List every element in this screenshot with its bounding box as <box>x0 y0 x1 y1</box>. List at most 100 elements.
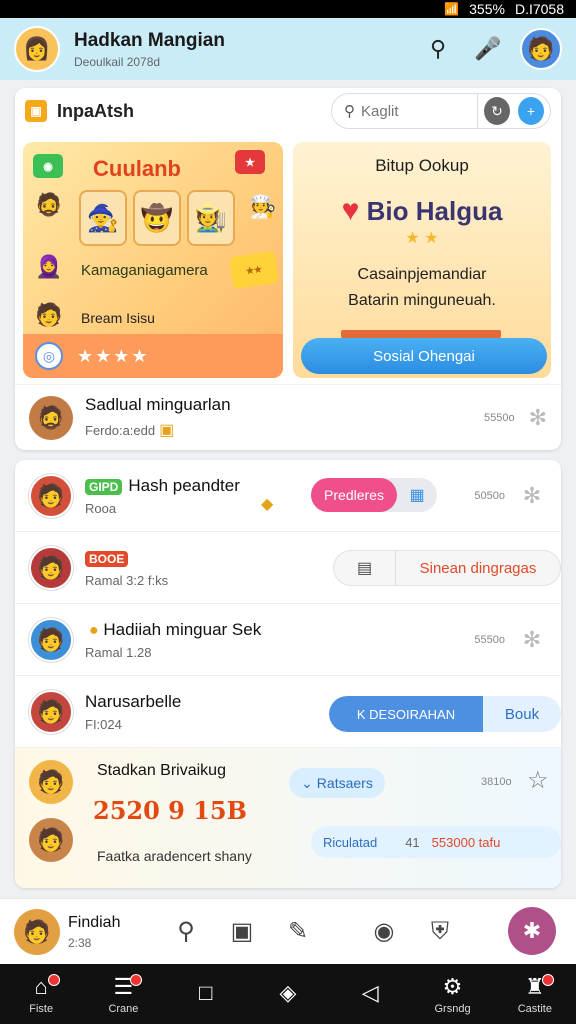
character-icon: 🧑 <box>35 302 63 327</box>
star-rating: ★★★★ <box>77 345 150 366</box>
user-avatar[interactable]: 🧑 <box>520 28 562 70</box>
description-button[interactable]: K DESOIRAHAN <box>329 696 483 732</box>
bottom-nav: ⌂ Fiste ☰ Crane □ ◈ ◁ ⚙ Grsndg ♜ Castite <box>0 964 576 1024</box>
character-icon[interactable]: 🧙 <box>79 190 127 246</box>
book-button[interactable]: Bouk <box>483 706 561 723</box>
gear-icon: ⚙ <box>442 973 463 999</box>
nav-list[interactable]: ☰ Crane <box>88 973 158 1015</box>
list-item[interactable]: 🧑 GIPD Hash peandter Rooa ◆ Predleres ▦ 5… <box>15 460 561 532</box>
avatar[interactable]: 🧑 <box>29 617 73 662</box>
chevron-down-icon: ⌄ <box>301 774 317 791</box>
refresh-icon[interactable]: ↻ <box>483 97 510 125</box>
nav-castle[interactable]: ♜ Castite <box>500 973 570 1015</box>
promo-title: Bitup Ookup <box>375 156 469 175</box>
promo-banner-left[interactable]: ◉ ★ Cuulanb 🧔 🧙 🤠 🧑‍🌾 🧑‍🍳 🧕 Kamaganiagam… <box>23 142 283 378</box>
square-icon: □ <box>199 979 213 1005</box>
star-icon: ★ ★ <box>405 230 439 247</box>
nav-diamond[interactable]: ◈ <box>253 980 323 1009</box>
status-bar: 📶 355% D.I7058 <box>0 0 576 18</box>
rate-chip[interactable]: ⌄ Ratsaers <box>289 768 385 798</box>
stats-pill[interactable]: Riculatad 41 553000 tafu <box>311 826 561 858</box>
character-icon: 🧕 <box>35 254 63 279</box>
item-time: 3810o <box>481 776 512 788</box>
loading-icon: ✻ <box>522 482 542 508</box>
notification-dot <box>541 973 554 986</box>
featured-card: ▣ InpaAtsh ⚲ ↻ + ◉ ★ Cuulanb 🧔 🧙 🤠 🧑‍🌾 🧑… <box>15 88 561 450</box>
dock-sub: 2:38 <box>68 935 92 950</box>
nav-back[interactable]: ◁ <box>335 980 405 1009</box>
nav-settings[interactable]: ⚙ Grsndg <box>418 974 488 1015</box>
app-logo-icon: ▣ <box>25 100 47 122</box>
heart-icon: ♥ <box>341 194 360 227</box>
header-subtitle: Deoulkail 2078d <box>74 54 161 69</box>
notification-dot <box>48 973 61 986</box>
search-input[interactable] <box>361 102 471 120</box>
nav-square[interactable]: □ <box>171 980 241 1009</box>
promo-title: Cuulanb <box>93 156 181 181</box>
badge-icon: ★ <box>235 150 265 174</box>
character-icon[interactable]: 🧑‍🌾 <box>187 190 235 246</box>
avatar[interactable]: 🧔 <box>29 395 73 440</box>
avatar[interactable]: 🧑 <box>14 908 60 955</box>
game-icon: ◉ <box>33 154 63 178</box>
person-icon[interactable]: ⚲ <box>158 917 214 946</box>
clock: D.I7058 <box>514 1 564 17</box>
calendar-icon[interactable]: ▦ <box>397 485 437 505</box>
action-pill[interactable]: ▤ Sinean dingragas <box>333 550 561 586</box>
avatar[interactable]: 🧑 <box>29 689 73 734</box>
back-icon: ◁ <box>361 979 379 1005</box>
avatar[interactable]: 🧑 <box>29 818 73 862</box>
header-title: Hadkan Mangian <box>74 29 225 51</box>
rating-icon[interactable]: ◎ <box>35 342 63 370</box>
loading-icon: ✻ <box>528 404 547 430</box>
gallery-icon[interactable]: ▣ <box>214 917 270 946</box>
microphone-icon[interactable]: 🎤 <box>468 29 508 69</box>
list-item[interactable]: 🧑 Stadkan Brivaikug ⌄ Ratsaers 3810o ☆ 2… <box>15 748 561 888</box>
eye-icon[interactable]: ◉ <box>356 917 412 946</box>
social-button[interactable]: Sosial Ohengai <box>301 338 547 374</box>
shield-icon[interactable]: ⛨ <box>412 918 468 946</box>
reward-amount: 2520 9 15B <box>93 796 247 825</box>
action-pill[interactable]: K DESOIRAHAN Bouk <box>329 696 561 732</box>
item-name: Stadkan Brivaikug <box>97 762 226 779</box>
item-subtitle: Ferdo:a:edd ▣ <box>85 422 175 439</box>
item-time: 5050o <box>474 489 505 502</box>
list-item[interactable]: 🧑 ● Hadiiah minguar Sek Ramal 1.28 5550o… <box>15 604 561 676</box>
avatar[interactable]: 🧑 <box>29 760 73 804</box>
reward-tag[interactable]: ★★ <box>228 250 280 290</box>
nav-home[interactable]: ⌂ Fiste <box>6 973 76 1015</box>
action-pill[interactable]: Predleres ▦ <box>311 478 437 512</box>
list-item[interactable]: 🧑 BOOE Ramal 3:2 f:ks ▤ Sinean dingragas <box>15 532 561 604</box>
avatar[interactable]: 🧑 <box>29 473 73 518</box>
search-icon[interactable]: ⚲ <box>418 29 458 69</box>
list-icon[interactable]: ▤ <box>334 551 396 585</box>
diamond-icon: ◈ <box>279 979 297 1005</box>
character-icon[interactable]: 🤠 <box>133 190 181 246</box>
item-name: Sadlual minguarlan <box>85 395 231 414</box>
star-icon[interactable]: ☆ <box>527 766 549 795</box>
search-icon: ⚲ <box>344 103 355 120</box>
coin-icon: ◆ <box>261 496 274 513</box>
notification-dot <box>130 973 143 986</box>
promo-banner-right[interactable]: Bitup Ookup ♥ Bio Halgua ★ ★ Casainpjema… <box>293 142 551 378</box>
list-item[interactable]: 🧔 Sadlual minguarlan Ferdo:a:edd ▣ 5550o … <box>15 384 561 450</box>
compose-fab[interactable]: ✱ <box>508 907 556 955</box>
profile-avatar[interactable]: 👩 <box>14 26 60 72</box>
item-caption: Faatka aradencert shany <box>97 848 252 864</box>
promo-headline: ♥ Bio Halgua <box>341 194 503 227</box>
character-icon: 🧔 <box>35 192 63 217</box>
wifi-icon: 📶 <box>444 2 460 16</box>
action-button[interactable]: Sinean dingragas <box>396 560 560 577</box>
edit-icon[interactable]: ✎ <box>270 917 326 946</box>
add-icon[interactable]: + <box>517 97 544 125</box>
promo-line: Kamaganiagamera <box>81 262 208 279</box>
avatar[interactable]: 🧑 <box>29 545 73 590</box>
list-item[interactable]: 🧑 Narusarbelle FI:024 K DESOIRAHAN Bouk <box>15 676 561 748</box>
search-bar[interactable]: ⚲ ↻ + <box>331 93 551 129</box>
brand-name: InpaAtsh <box>57 100 135 121</box>
character-tiles: 🧙 🤠 🧑‍🌾 <box>79 190 235 246</box>
predleres-button[interactable]: Predleres <box>311 478 397 512</box>
promo-rating-bar: ◎ ★★★★ <box>23 334 283 378</box>
activity-list: 🧑 GIPD Hash peandter Rooa ◆ Predleres ▦ 5… <box>15 460 561 888</box>
item-subtitle: Ramal 1.28 <box>85 644 152 660</box>
